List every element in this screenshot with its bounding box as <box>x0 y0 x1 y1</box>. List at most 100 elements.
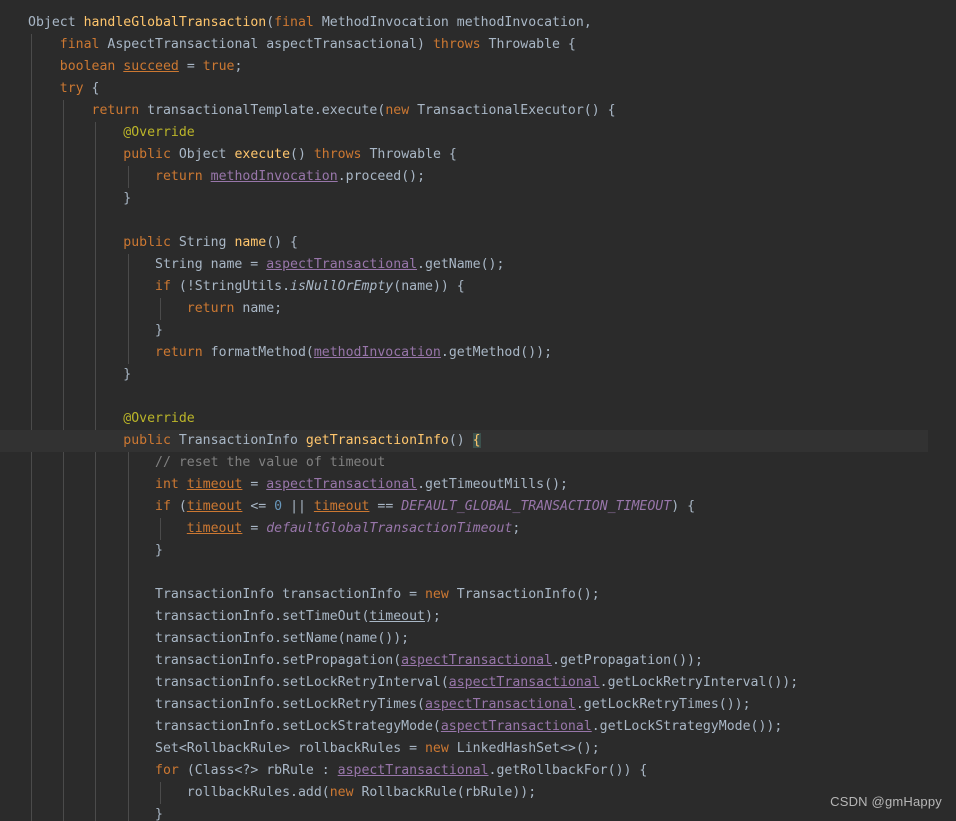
code-token: (name)) { <box>393 279 465 294</box>
code-token: aspectTransactional <box>401 653 553 668</box>
code-line[interactable]: transactionInfo.setLockRetryTimes(aspect… <box>0 694 956 716</box>
code-token: ) { <box>671 499 696 514</box>
code-line[interactable]: if (!StringUtils.isNullOrEmpty(name)) { <box>0 276 956 298</box>
code-line[interactable]: @Override <box>0 122 956 144</box>
code-token: Object <box>28 15 76 30</box>
code-line[interactable] <box>0 386 956 408</box>
code-token: .proceed(); <box>337 169 426 184</box>
code-token: aspectTransactional <box>440 719 592 734</box>
code-token: AspectTransactional aspectTransactional) <box>99 37 433 52</box>
code-token: .getRollbackFor()) { <box>488 763 648 778</box>
code-token: rollbackRules.add( <box>28 785 330 800</box>
code-token: .getLockRetryTimes()); <box>575 697 751 712</box>
code-token: RollbackRule(rbRule)); <box>353 785 537 800</box>
code-token: int <box>155 477 179 492</box>
code-line[interactable]: } <box>0 364 956 386</box>
code-line[interactable]: return formatMethod(methodInvocation.get… <box>0 342 956 364</box>
code-line[interactable]: boolean succeed = true; <box>0 56 956 78</box>
code-line[interactable] <box>0 562 956 584</box>
code-token: aspectTransactional <box>266 477 418 492</box>
code-line[interactable]: if (timeout <= 0 || timeout == DEFAULT_G… <box>0 496 956 518</box>
code-token: transactionInfo.setLockStrategyMode( <box>28 719 441 734</box>
code-token: succeed <box>123 59 179 74</box>
code-line[interactable]: } <box>0 540 956 562</box>
code-token: String name = <box>28 257 267 272</box>
code-line[interactable]: rollbackRules.add(new RollbackRule(rbRul… <box>0 782 956 804</box>
code-line[interactable]: return methodInvocation.proceed(); <box>0 166 956 188</box>
code-token: = <box>178 59 203 74</box>
code-token: name; <box>234 301 283 316</box>
code-editor[interactable]: Object handleGlobalTransaction(final Met… <box>0 0 956 821</box>
code-token: handleGlobalTransaction <box>83 15 267 30</box>
code-line[interactable]: transactionInfo.setName(name()); <box>0 628 956 650</box>
code-token: for <box>155 763 179 778</box>
code-token: aspectTransactional <box>266 257 418 272</box>
code-line[interactable]: } <box>0 188 956 210</box>
code-line[interactable]: String name = aspectTransactional.getNam… <box>0 254 956 276</box>
code-token: == <box>369 499 402 514</box>
code-token: methodInvocation <box>313 345 441 360</box>
code-line[interactable]: transactionInfo.setPropagation(aspectTra… <box>0 650 956 672</box>
code-token: new <box>385 103 410 118</box>
code-line[interactable]: transactionInfo.setLockStrategyMode(aspe… <box>0 716 956 738</box>
code-token: timeout <box>369 609 425 624</box>
code-token: ; <box>512 521 521 536</box>
code-token: final <box>274 15 314 30</box>
code-line[interactable]: for (Class<?> rbRule : aspectTransaction… <box>0 760 956 782</box>
code-line[interactable]: @Override <box>0 408 956 430</box>
code-line[interactable]: transactionInfo.setTimeOut(timeout); <box>0 606 956 628</box>
code-line[interactable]: return name; <box>0 298 956 320</box>
code-token: MethodInvocation methodInvocation, <box>313 15 592 30</box>
code-token: .getName(); <box>417 257 505 272</box>
code-token: .getLockStrategyMode()); <box>591 719 783 734</box>
code-token: name <box>234 235 267 250</box>
code-token: Throwable { <box>361 147 457 162</box>
code-line[interactable]: public TransactionInfo getTransactionInf… <box>0 430 928 452</box>
code-content[interactable]: Object handleGlobalTransaction(final Met… <box>0 0 956 821</box>
code-line[interactable]: public Object execute() throws Throwable… <box>0 144 956 166</box>
code-line[interactable]: timeout = defaultGlobalTransactionTimeou… <box>0 518 956 540</box>
code-line[interactable]: Object handleGlobalTransaction(final Met… <box>0 12 956 34</box>
code-token: true <box>202 59 235 74</box>
code-token: execute <box>234 147 291 162</box>
code-line[interactable] <box>0 210 956 232</box>
code-token: } <box>28 807 163 821</box>
code-token: public <box>123 235 171 250</box>
code-line[interactable]: } <box>0 320 956 342</box>
code-line[interactable]: transactionInfo.setLockRetryInterval(asp… <box>0 672 956 694</box>
code-token: ( <box>266 15 275 30</box>
code-line[interactable]: final AspectTransactional aspectTransact… <box>0 34 956 56</box>
code-token: aspectTransactional <box>424 697 576 712</box>
code-token: transactionInfo.setLockRetryInterval( <box>28 675 449 690</box>
code-token: timeout <box>313 499 370 514</box>
code-token: DEFAULT_GLOBAL_TRANSACTION_TIMEOUT <box>401 499 672 514</box>
code-token: transactionalTemplate.execute( <box>139 103 386 118</box>
code-line[interactable]: Set<RollbackRule> rollbackRules = new Li… <box>0 738 956 760</box>
code-token: } <box>28 543 163 558</box>
code-token: (!StringUtils. <box>170 279 291 294</box>
code-token: return <box>155 169 203 184</box>
code-line[interactable]: TransactionInfo transactionInfo = new Tr… <box>0 584 956 606</box>
code-token: TransactionInfo(); <box>448 587 600 602</box>
code-line[interactable]: // reset the value of timeout <box>0 452 956 474</box>
code-line[interactable]: try { <box>0 78 956 100</box>
code-token: return <box>155 345 203 360</box>
code-token: 0 <box>274 499 283 514</box>
code-token: public <box>123 433 171 448</box>
code-line[interactable]: int timeout = aspectTransactional.getTim… <box>0 474 956 496</box>
code-token: TransactionInfo <box>170 433 306 448</box>
code-token: defaultGlobalTransactionTimeout <box>266 521 513 536</box>
code-line[interactable]: public String name() { <box>0 232 956 254</box>
code-line[interactable]: return transactionalTemplate.execute(new… <box>0 100 956 122</box>
code-line[interactable]: } <box>0 804 956 821</box>
code-token: transactionInfo.setTimeOut( <box>28 609 370 624</box>
